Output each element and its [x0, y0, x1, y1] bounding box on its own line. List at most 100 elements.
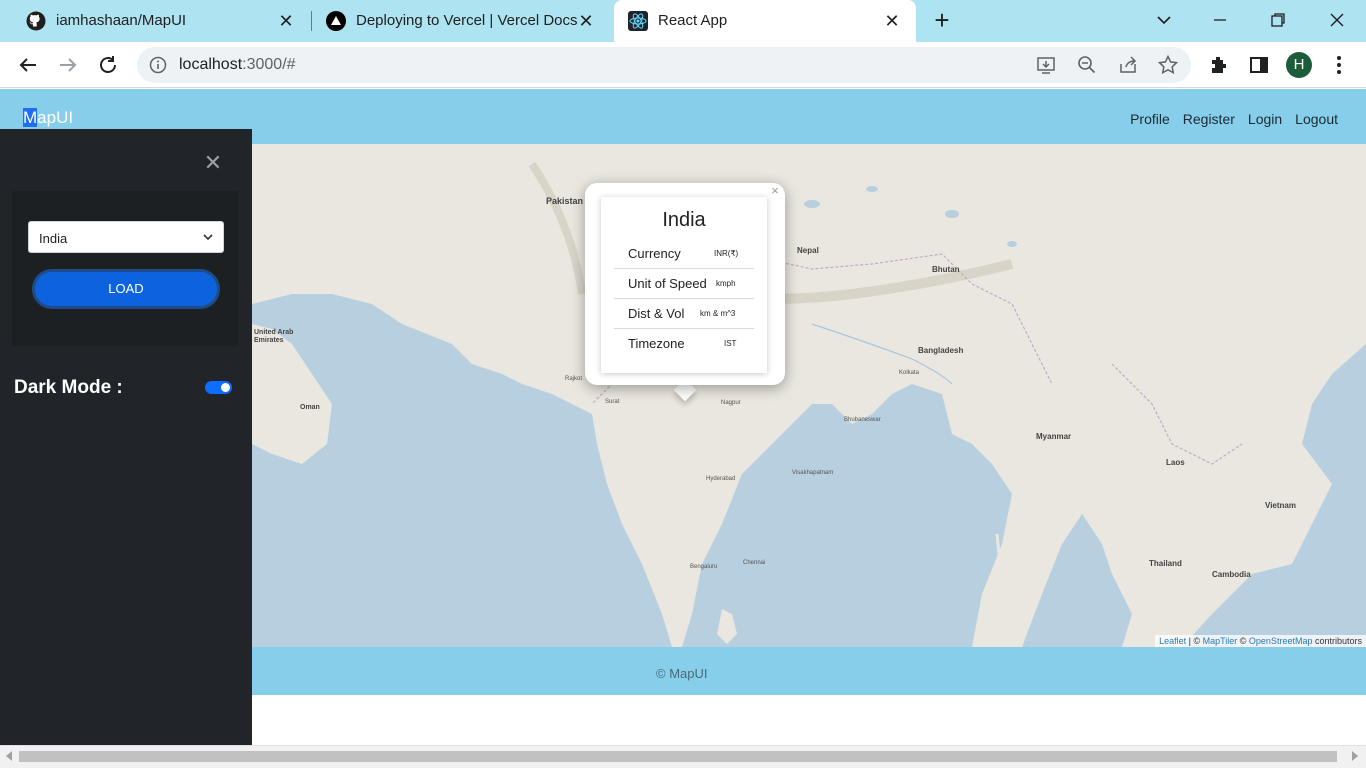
- map-label-oman: Oman: [300, 404, 320, 411]
- brand-logo[interactable]: MapUI: [23, 108, 73, 128]
- map-label-uae: United Arab Emirates: [254, 329, 294, 344]
- url-path: :3000/#: [242, 56, 296, 73]
- sidebar-panel: ✕ India LOAD Dark Mode :: [0, 129, 252, 745]
- map-label-thailand: Thailand: [1149, 559, 1182, 568]
- zoom-out-icon[interactable]: [1076, 54, 1098, 76]
- scroll-right-icon[interactable]: [1352, 751, 1358, 761]
- nav-profile[interactable]: Profile: [1130, 111, 1170, 127]
- nav-login[interactable]: Login: [1248, 111, 1282, 127]
- load-button[interactable]: LOAD: [32, 269, 220, 309]
- info-label: Timezone: [628, 336, 685, 351]
- map-label-vietnam: Vietnam: [1265, 501, 1296, 510]
- share-icon[interactable]: [1117, 54, 1139, 76]
- close-icon[interactable]: ✕: [882, 11, 902, 31]
- scroll-left-icon[interactable]: [6, 751, 12, 761]
- close-icon[interactable]: ✕: [276, 11, 296, 31]
- country-load-card: India LOAD: [12, 191, 238, 346]
- info-value: km & m^3: [700, 309, 736, 318]
- info-value: kmph: [716, 279, 736, 288]
- dark-mode-toggle[interactable]: [205, 381, 232, 394]
- brand-text: apUI: [37, 108, 74, 127]
- reload-icon[interactable]: [96, 53, 120, 77]
- leaflet-link[interactable]: Leaflet: [1159, 636, 1186, 646]
- chevron-down-icon: [203, 234, 213, 241]
- scrollbar-thumb[interactable]: [19, 751, 1337, 762]
- map-label-chennai: Chennai: [743, 560, 766, 566]
- nav-register[interactable]: Register: [1183, 111, 1235, 127]
- attribution-suffix: contributors: [1312, 636, 1362, 646]
- bookmark-star-icon[interactable]: [1157, 54, 1179, 76]
- profile-avatar[interactable]: H: [1286, 52, 1312, 78]
- browser-toolbar: localhost:3000/#: [0, 42, 1366, 88]
- map-label-bengaluru: Bengaluru: [690, 564, 718, 570]
- horizontal-scrollbar[interactable]: [0, 745, 1366, 768]
- browser-tabstrip: iamhashaan/MapUI ✕ Deploying to Vercel |…: [0, 0, 1366, 42]
- attribution-separator: | ©: [1186, 636, 1203, 646]
- close-icon[interactable]: ✕: [576, 11, 596, 31]
- nav-links: Profile Register Login Logout: [1130, 111, 1338, 127]
- url-host: localhost: [179, 56, 243, 73]
- map-label-bhubaneswar: Bhubaneswar: [844, 417, 881, 423]
- country-info-card: India Currency INR(₹) Unit of Speed kmph…: [601, 197, 767, 373]
- tab-search-icon[interactable]: [1152, 8, 1176, 32]
- maptiler-link[interactable]: MapTiler: [1203, 636, 1238, 646]
- sidebar-close-icon[interactable]: ✕: [203, 152, 223, 174]
- map-label-nagpur: Nagpur: [721, 400, 741, 406]
- info-value: INR(₹): [714, 249, 739, 258]
- dark-mode-label: Dark Mode :: [14, 377, 123, 398]
- restore-icon[interactable]: [1266, 8, 1290, 32]
- info-label: Dist & Vol: [628, 306, 685, 321]
- install-app-icon[interactable]: [1035, 54, 1057, 76]
- react-icon: [628, 11, 648, 31]
- minimize-icon[interactable]: [1208, 8, 1232, 32]
- popup-close-icon[interactable]: ×: [769, 184, 781, 198]
- tab-title: React App: [658, 12, 728, 29]
- map-label-rajkot: Rajkot: [565, 376, 583, 382]
- back-icon[interactable]: [16, 53, 40, 77]
- nav-logout[interactable]: Logout: [1295, 111, 1338, 127]
- osm-link[interactable]: OpenStreetMap: [1249, 636, 1313, 646]
- app-footer: © MapUI: [252, 647, 1366, 695]
- country-select[interactable]: India: [28, 221, 224, 253]
- info-row-timezone: Timezone IST: [614, 329, 754, 359]
- map-label-visakhapatnam: Visakhapatnam: [792, 470, 834, 476]
- vercel-icon: [326, 11, 346, 31]
- map-label-laos: Laos: [1166, 458, 1185, 467]
- menu-kebab-icon[interactable]: [1327, 53, 1351, 77]
- tab-vercel[interactable]: Deploying to Vercel | Vercel Docs ✕: [312, 0, 610, 42]
- toggle-knob: [221, 383, 230, 392]
- url-text: localhost:3000/#: [179, 56, 296, 74]
- map-label-bangladesh: Bangladesh: [918, 346, 964, 355]
- map-label-nepal: Nepal: [797, 246, 819, 255]
- tab-react-app[interactable]: React App ✕: [614, 0, 916, 42]
- github-icon: [26, 11, 46, 31]
- info-row-dist-vol: Dist & Vol km & m^3: [614, 299, 754, 329]
- map-view[interactable]: Pakistan Nepal Bhutan Bangladesh Myanmar…: [252, 144, 1366, 647]
- tab-github[interactable]: iamhashaan/MapUI ✕: [12, 0, 310, 42]
- tab-title: Deploying to Vercel | Vercel Docs: [356, 12, 578, 29]
- map-label-pakistan: Pakistan: [546, 196, 584, 206]
- info-row-currency: Currency INR(₹): [614, 239, 754, 269]
- info-label: Currency: [628, 246, 681, 261]
- brand-selected-text: M: [23, 108, 38, 127]
- map-label-kolkata: Kolkata: [899, 370, 920, 376]
- footer-copyright: © MapUI: [656, 666, 708, 681]
- site-info-icon[interactable]: [149, 56, 167, 74]
- side-panel-icon[interactable]: [1247, 53, 1271, 77]
- attribution-separator: ©: [1237, 636, 1249, 646]
- tab-title: iamhashaan/MapUI: [56, 12, 187, 29]
- close-window-icon[interactable]: [1325, 8, 1349, 32]
- map-attribution: Leaflet | © MapTiler © OpenStreetMap con…: [1155, 635, 1366, 647]
- extensions-icon[interactable]: [1207, 53, 1231, 77]
- forward-icon[interactable]: [56, 53, 80, 77]
- country-select-value: India: [39, 231, 68, 246]
- new-tab-button[interactable]: +: [930, 7, 954, 33]
- info-value: IST: [724, 339, 737, 348]
- address-bar[interactable]: localhost:3000/#: [137, 47, 1191, 83]
- info-row-speed: Unit of Speed kmph: [614, 269, 754, 299]
- map-label-surat: Surat: [605, 399, 620, 405]
- info-label: Unit of Speed: [628, 276, 707, 291]
- map-label-bhutan: Bhutan: [932, 265, 960, 274]
- country-name: India: [662, 209, 706, 231]
- map-label-cambodia: Cambodia: [1212, 570, 1251, 579]
